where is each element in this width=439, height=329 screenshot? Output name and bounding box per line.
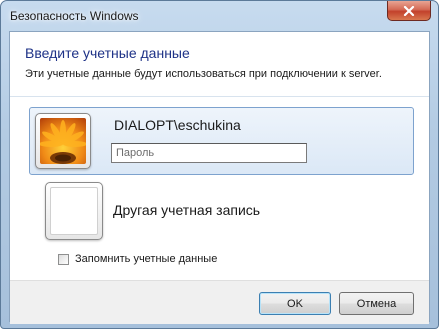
dialog-content: Введите учетные данные Эти учетные данны…	[9, 31, 430, 324]
header-divider	[10, 96, 429, 97]
empty-user-picture-icon	[50, 187, 98, 235]
title-bar[interactable]: Безопасность Windows	[1, 1, 438, 31]
credentials-dialog: Безопасность Windows Введите учетные дан…	[0, 0, 439, 329]
credential-tile-other-account[interactable]: Другая учетная запись	[29, 182, 414, 240]
user-avatar	[35, 113, 91, 169]
user-name: DIALOPT\eschukina	[114, 117, 241, 133]
other-account-avatar	[45, 182, 103, 240]
flower-icon	[40, 118, 86, 164]
close-button[interactable]	[387, 1, 431, 21]
remember-credentials-option[interactable]: Запомнить учетные данные	[58, 253, 217, 265]
other-account-label: Другая учетная запись	[113, 202, 261, 218]
dialog-heading: Введите учетные данные	[25, 45, 190, 61]
button-bar: OK Отмена	[10, 280, 429, 324]
password-input[interactable]	[111, 143, 307, 163]
remember-checkbox[interactable]	[58, 253, 69, 265]
ok-button[interactable]: OK	[259, 292, 331, 315]
credential-tile-current-user[interactable]: DIALOPT\eschukina	[29, 107, 414, 175]
dialog-description: Эти учетные данные будут использоваться …	[25, 68, 382, 80]
remember-checkbox-label: Запомнить учетные данные	[75, 253, 218, 265]
cancel-button[interactable]: Отмена	[339, 292, 414, 315]
window-title: Безопасность Windows	[10, 9, 139, 23]
close-icon	[403, 5, 415, 16]
